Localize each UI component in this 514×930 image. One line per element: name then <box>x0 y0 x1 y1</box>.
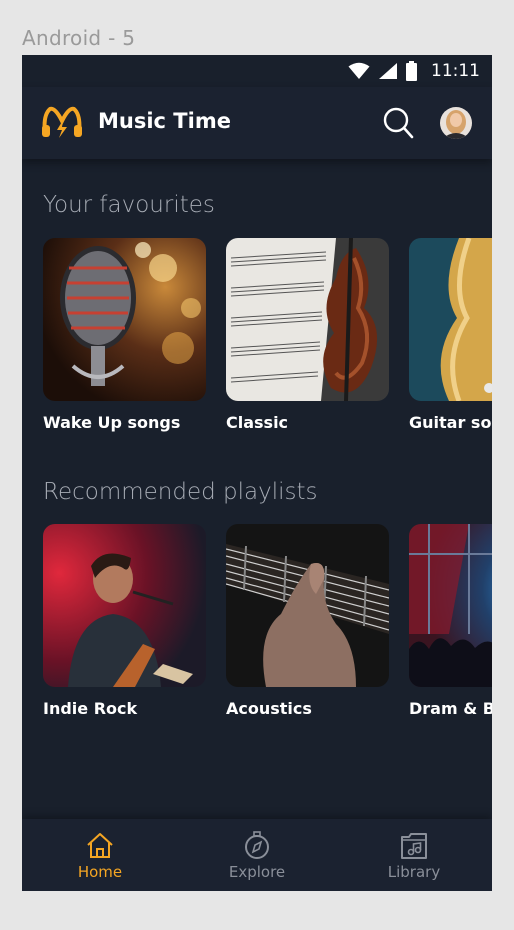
avatar[interactable] <box>440 107 472 139</box>
phone-screen: 11:11 Music Time Your favourites Wake Up… <box>22 55 492 891</box>
guitarist-singer-image <box>43 524 206 687</box>
nav-item-library[interactable]: Library <box>354 819 474 891</box>
playlist-label: Acoustics <box>226 699 312 718</box>
concert-crowd-image <box>409 524 492 687</box>
playlist-card-acoustics[interactable]: Acoustics <box>226 524 389 718</box>
app-title: Music Time <box>98 109 231 133</box>
playlist-label: Classic <box>226 413 289 432</box>
playlist-label: Guitar sol <box>409 413 492 432</box>
playlist-label: Indie Rock <box>43 699 138 718</box>
nav-item-explore[interactable]: Explore <box>197 819 317 891</box>
nav-item-home[interactable]: Home <box>40 819 160 891</box>
recommended-section-title: Recommended playlists <box>43 479 318 505</box>
guitar-fretboard-hand-image <box>226 524 389 687</box>
search-icon[interactable] <box>382 106 414 140</box>
bottom-navigation: Home Explore Library <box>22 819 492 891</box>
microphone-image <box>43 238 206 401</box>
favourites-section-title: Your favourites <box>43 192 215 218</box>
playlist-label: Dram & B <box>409 699 492 718</box>
playlist-card-indie-rock[interactable]: Indie Rock <box>43 524 206 718</box>
battery-icon <box>406 61 417 81</box>
signal-icon <box>379 63 397 79</box>
playlist-card-wake-up-songs[interactable]: Wake Up songs <box>43 238 206 432</box>
wifi-icon <box>348 62 370 79</box>
playlist-card-guitar-solo[interactable]: Guitar sol <box>409 238 492 432</box>
status-bar: 11:11 <box>22 55 492 87</box>
playlist-card-drum-and-bass[interactable]: Dram & B <box>409 524 492 718</box>
status-time: 11:11 <box>431 61 480 81</box>
music-time-logo-icon <box>42 106 82 138</box>
electric-guitar-image <box>409 238 492 401</box>
home-icon <box>87 833 113 858</box>
playlist-card-classic[interactable]: Classic <box>226 238 389 432</box>
violin-sheet-music-image <box>226 238 389 401</box>
app-bar: Music Time <box>22 87 492 159</box>
library-icon <box>401 833 427 859</box>
nav-label-library: Library <box>387 863 441 881</box>
playlist-label: Wake Up songs <box>43 413 181 432</box>
frame-label: Android - 5 <box>22 26 136 50</box>
compass-icon <box>245 831 269 859</box>
nav-label-explore: Explore <box>228 863 286 881</box>
nav-label-home: Home <box>77 863 123 881</box>
